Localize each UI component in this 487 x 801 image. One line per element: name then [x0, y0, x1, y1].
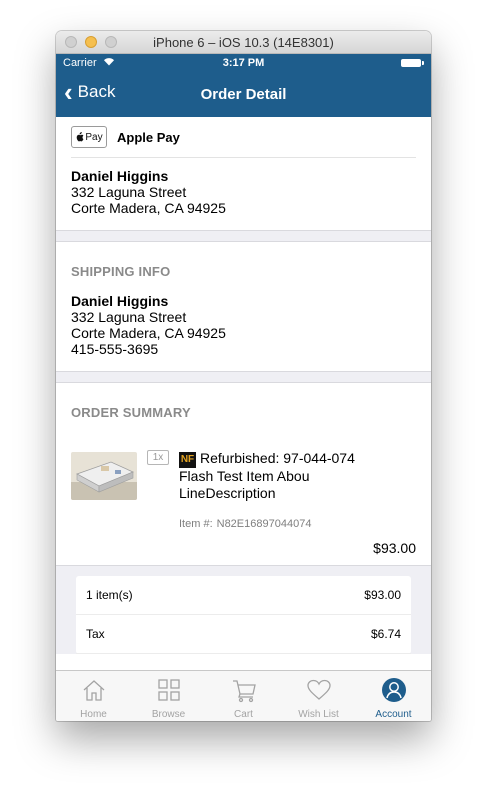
- section-divider: [56, 230, 431, 242]
- status-bar: Carrier 3:17 PM: [56, 54, 431, 72]
- subtotal-label: 1 item(s): [86, 588, 133, 602]
- cart-icon: [231, 677, 257, 703]
- billing-city: Corte Madera, CA 94925: [71, 200, 226, 216]
- payment-section: Pay Apple Pay Daniel Higgins 332 Laguna …: [56, 117, 431, 230]
- totals-card: 1 item(s) $93.00 Tax $6.74: [76, 576, 411, 654]
- heart-icon: [306, 677, 332, 703]
- seller-logo-icon: NF: [179, 452, 196, 468]
- quantity-badge: 1x: [147, 450, 169, 465]
- tax-label: Tax: [86, 627, 105, 641]
- shipping-street: 332 Laguna Street: [71, 309, 187, 325]
- apple-pay-badge: Pay: [71, 126, 107, 148]
- item-title[interactable]: NF Refurbished: 97-044-074 Flash Test Ite…: [179, 450, 379, 502]
- item-number-label: Item #:: [179, 518, 213, 530]
- shipping-address: Daniel Higgins 332 Laguna Street Corte M…: [71, 293, 416, 371]
- home-icon: [81, 677, 107, 703]
- subtotal-value: $93.00: [364, 588, 401, 602]
- status-time: 3:17 PM: [222, 57, 265, 69]
- item-price: $93.00: [373, 540, 416, 556]
- section-divider: [56, 371, 431, 383]
- shipping-section: SHIPPING INFO Daniel Higgins 332 Laguna …: [56, 242, 431, 371]
- item-number-value: N82E16897044074: [216, 518, 312, 530]
- totals-section: 1 item(s) $93.00 Tax $6.74: [56, 565, 431, 654]
- page-title: Order Detail: [200, 86, 287, 103]
- shipping-phone: 415-555-3695: [71, 341, 159, 357]
- subtotal-row: 1 item(s) $93.00: [76, 576, 411, 615]
- account-icon: [381, 677, 407, 703]
- billing-name: Daniel Higgins: [71, 168, 169, 184]
- billing-street: 332 Laguna Street: [71, 184, 187, 200]
- billing-address: Daniel Higgins 332 Laguna Street Corte M…: [71, 158, 416, 230]
- order-summary-heading: ORDER SUMMARY: [71, 405, 191, 420]
- tax-value: $6.74: [370, 627, 401, 641]
- payment-method-label: Apple Pay: [117, 129, 180, 145]
- tab-browse[interactable]: Browse: [131, 671, 206, 721]
- item-title-text: Refurbished: 97-044-074 Flash Test Item …: [179, 450, 355, 501]
- shipping-city: Corte Madera, CA 94925: [71, 325, 226, 341]
- tax-row: Tax $6.74: [76, 615, 411, 654]
- window-title: iPhone 6 – iOS 10.3 (14E8301): [153, 35, 334, 50]
- tab-home[interactable]: Home: [56, 671, 131, 721]
- battery-icon: [401, 59, 424, 67]
- order-detail-content[interactable]: Pay Apple Pay Daniel Higgins 332 Laguna …: [56, 117, 431, 670]
- payment-method-row: Pay Apple Pay: [71, 117, 416, 158]
- item-number: Item #: N82E16897044074: [179, 518, 311, 530]
- tab-home-label: Home: [80, 709, 107, 720]
- navigation-bar: ‹ Back Order Detail: [56, 72, 431, 117]
- grid-icon: [156, 677, 182, 703]
- tab-wish-list-label: Wish List: [298, 709, 339, 720]
- tab-account-label: Account: [375, 709, 412, 720]
- tab-cart[interactable]: Cart: [206, 671, 281, 721]
- product-thumbnail[interactable]: [71, 452, 137, 500]
- tab-cart-label: Cart: [234, 709, 253, 720]
- apple-icon: [77, 132, 84, 142]
- tab-bar: Home Browse Cart Wish List Account: [56, 670, 431, 721]
- order-item[interactable]: 1x NF Refurbished: 97-044-074 Flash Test …: [71, 420, 416, 565]
- app-header: Carrier 3:17 PM ‹ Back Order Detail: [56, 54, 431, 117]
- tab-account[interactable]: Account: [356, 671, 431, 721]
- tab-browse-label: Browse: [151, 709, 186, 720]
- apple-pay-badge-text: Pay: [85, 131, 103, 143]
- order-summary-section: ORDER SUMMARY 1x NF Refurbished: 97-044-…: [56, 383, 431, 565]
- shipping-info-heading: SHIPPING INFO: [71, 264, 171, 279]
- tab-wish-list[interactable]: Wish List: [281, 671, 356, 721]
- simulator-window: iPhone 6 – iOS 10.3 (14E8301) Carrier 3:…: [56, 31, 431, 721]
- window-titlebar: iPhone 6 – iOS 10.3 (14E8301): [56, 31, 431, 54]
- shipping-name: Daniel Higgins: [71, 293, 169, 309]
